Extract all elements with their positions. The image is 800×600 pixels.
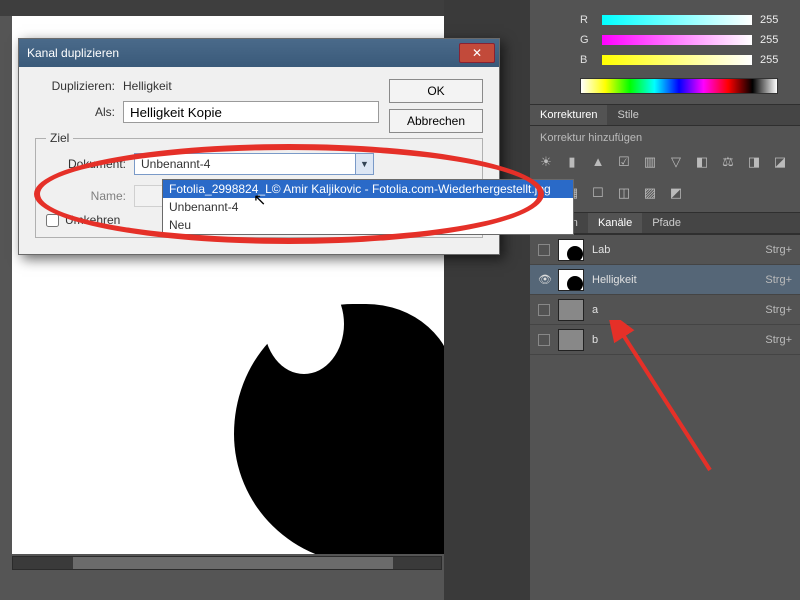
cancel-button[interactable]: Abbrechen — [389, 109, 483, 133]
channel-name: Lab — [592, 244, 765, 256]
visibility-checkbox[interactable] — [538, 244, 550, 256]
adjust-icon[interactable]: ◫ — [616, 185, 632, 201]
document-label: Dokument: — [46, 157, 126, 171]
ok-button[interactable]: OK — [389, 79, 483, 103]
visibility-checkbox[interactable] — [538, 304, 550, 316]
channel-name: Helligkeit — [592, 274, 765, 286]
chevron-down-icon[interactable]: ▼ — [355, 154, 373, 174]
rgb-label: B — [580, 54, 594, 66]
adjust-icon[interactable]: ▨ — [642, 185, 658, 201]
rgb-value[interactable]: 255 — [760, 54, 790, 66]
right-panels: R 255 G 255 B 255 Korrekturen Stile Korr… — [530, 0, 800, 600]
channel-shortcut: Strg+ — [765, 244, 792, 256]
adjust-icon[interactable]: ▲ — [590, 154, 606, 170]
dropdown-option[interactable]: Neu — [163, 216, 573, 234]
target-fieldset: Ziel Dokument: Unbenannt-4 ▼ Fotolia_299… — [35, 131, 483, 238]
adjust-icon[interactable]: ☐ — [590, 185, 606, 201]
channel-shortcut: Strg+ — [765, 334, 792, 346]
dialog-body: OK Abbrechen Duplizieren: Helligkeit Als… — [19, 67, 499, 254]
duplicate-label: Duplizieren: — [35, 79, 115, 93]
duplicate-channel-dialog: Kanal duplizieren ✕ OK Abbrechen Duplizi… — [18, 38, 500, 255]
adjustments-tabs: Korrekturen Stile — [530, 104, 800, 126]
adjust-icon[interactable]: ◧ — [694, 154, 710, 170]
rgb-label: G — [580, 34, 594, 46]
close-button[interactable]: ✕ — [459, 43, 495, 63]
channels-list: Lab Strg+ 👁 Helligkeit Strg+ a Strg+ b S… — [530, 234, 800, 355]
as-input[interactable] — [123, 101, 379, 123]
rgb-row-r: R 255 — [580, 10, 790, 30]
document-dropdown: Fotolia_2998824_L© Amir Kaljikovic - Fot… — [162, 179, 574, 235]
tab-stile[interactable]: Stile — [607, 105, 648, 125]
image-content — [234, 304, 444, 554]
name-label: Name: — [46, 189, 126, 203]
as-label: Als: — [35, 105, 115, 119]
rgb-slider-r[interactable] — [602, 15, 752, 25]
spectrum-bar[interactable] — [580, 78, 778, 94]
channel-name: b — [592, 334, 765, 346]
invert-label: Umkehren — [65, 213, 120, 227]
channel-shortcut: Strg+ — [765, 304, 792, 316]
fieldset-legend: Ziel — [46, 131, 73, 145]
adjust-icon[interactable]: ◩ — [668, 185, 684, 201]
adjust-icon[interactable]: ◨ — [746, 154, 762, 170]
channel-thumb — [558, 299, 584, 321]
dialog-titlebar[interactable]: Kanal duplizieren ✕ — [19, 39, 499, 67]
rgb-value[interactable]: 255 — [760, 14, 790, 26]
visibility-checkbox[interactable] — [538, 334, 550, 346]
horizontal-scrollbar[interactable] — [12, 556, 442, 570]
dropdown-option[interactable]: Fotolia_2998824_L© Amir Kaljikovic - Fot… — [163, 180, 573, 198]
document-combo[interactable]: Unbenannt-4 ▼ — [134, 153, 374, 175]
tab-kanaele[interactable]: Kanäle — [588, 213, 642, 233]
visibility-eye-icon[interactable]: 👁 — [538, 273, 552, 286]
adjust-icon[interactable]: ▽ — [668, 154, 684, 170]
rgb-value[interactable]: 255 — [760, 34, 790, 46]
adjust-icon[interactable]: ⚖ — [720, 154, 736, 170]
canvas-tabstrip — [0, 0, 444, 16]
adjustments-heading: Korrektur hinzufügen — [530, 126, 800, 150]
adjust-icon[interactable]: ▮ — [564, 154, 580, 170]
adjust-icon[interactable]: ◪ — [772, 154, 788, 170]
adjust-icon[interactable]: ☑ — [616, 154, 632, 170]
document-row: Dokument: Unbenannt-4 ▼ Fotolia_2998824_… — [46, 153, 472, 175]
scrollbar-thumb[interactable] — [73, 557, 393, 569]
channel-thumb — [558, 329, 584, 351]
rgb-slider-g[interactable] — [602, 35, 752, 45]
rgb-row-b: B 255 — [580, 50, 790, 70]
channel-thumb — [558, 239, 584, 261]
rgb-label: R — [580, 14, 594, 26]
duplicate-value: Helligkeit — [123, 79, 172, 93]
color-panel: R 255 G 255 B 255 — [530, 0, 800, 104]
channel-row-b[interactable]: b Strg+ — [530, 325, 800, 355]
invert-checkbox[interactable] — [46, 214, 59, 227]
adjust-icon[interactable]: ☀ — [538, 154, 554, 170]
tab-pfade[interactable]: Pfade — [642, 213, 691, 233]
rgb-slider-b[interactable] — [602, 55, 752, 65]
channel-row-helligkeit[interactable]: 👁 Helligkeit Strg+ — [530, 265, 800, 295]
channel-shortcut: Strg+ — [765, 274, 792, 286]
channel-name: a — [592, 304, 765, 316]
channel-thumb — [558, 269, 584, 291]
channel-row-a[interactable]: a Strg+ — [530, 295, 800, 325]
dropdown-option[interactable]: Unbenannt-4 — [163, 198, 573, 216]
channel-row-lab[interactable]: Lab Strg+ — [530, 235, 800, 265]
dialog-title: Kanal duplizieren — [27, 46, 459, 60]
rgb-row-g: G 255 — [580, 30, 790, 50]
adjust-icon[interactable]: ▥ — [642, 154, 658, 170]
tab-korrekturen[interactable]: Korrekturen — [530, 105, 607, 125]
combo-value: Unbenannt-4 — [135, 157, 355, 171]
